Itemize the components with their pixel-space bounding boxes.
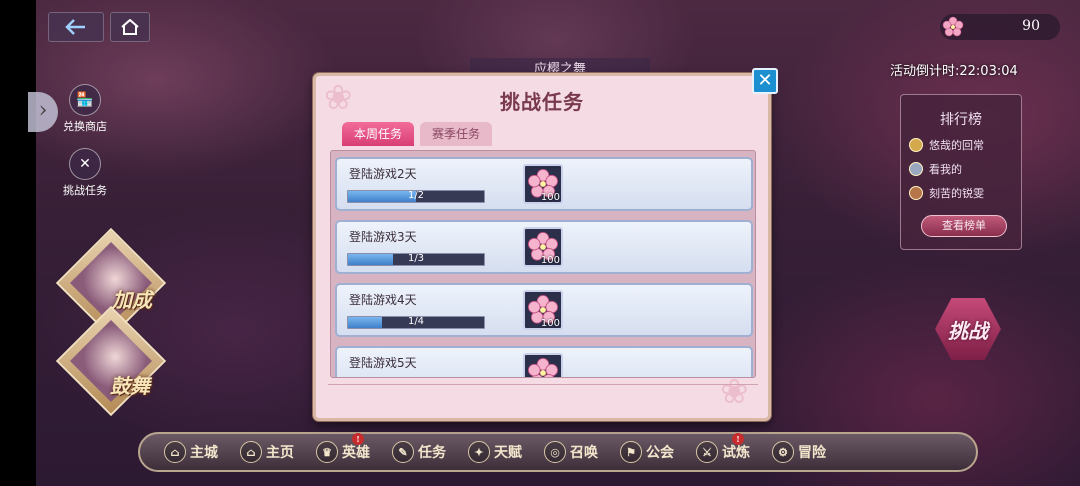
- divider: [328, 384, 758, 385]
- reward-count: 100: [540, 255, 560, 266]
- nav-summon[interactable]: ◎ 召唤: [544, 441, 598, 463]
- arrow-left-icon: [65, 19, 85, 35]
- ranking-panel: 排行榜 悠哉的回常 看我的 刻苦的锐雯 查看榜单: [900, 94, 1022, 250]
- bonus-label: 加成: [112, 288, 152, 312]
- dialog-title: 挑战任务: [500, 90, 584, 114]
- event-countdown: 活动倒计时:22:03:04: [890, 64, 1018, 79]
- guild-icon: ⚑: [620, 441, 642, 463]
- nav-adventure[interactable]: ⚙ 冒险: [772, 441, 826, 463]
- tab-bar: 本周任务 赛季任务: [342, 122, 493, 146]
- reward-count: 100: [540, 192, 560, 203]
- task-name: 登陆游戏4天: [349, 293, 417, 307]
- silver-medal-icon: [909, 162, 923, 176]
- talent-icon: ✦: [468, 441, 490, 463]
- challenge-tasks-dialog: ❀ ❀ 挑战任务 ✕ 本周任务 赛季任务 登陆游戏2天 1/2 100 登陆游戏3天 1…: [313, 68, 778, 421]
- bottom-nav-bar: ⌂ 主城 ⌂ 主页 ♛ 英雄! ✎ 任务 ✦ 天赋 ◎ 召唤 ⚑ 公会 ⚔ 试炼! ⚙ 冒险: [138, 432, 978, 472]
- reward-item[interactable]: 100: [523, 353, 563, 377]
- home-icon: [121, 19, 139, 35]
- progress-text: 1/3: [407, 253, 425, 264]
- home-button[interactable]: [110, 12, 150, 42]
- inspire-label: 鼓舞: [110, 374, 150, 398]
- nav-home[interactable]: ⌂ 主页: [240, 441, 294, 463]
- ranking-row: 看我的: [909, 161, 1021, 177]
- nav-trial[interactable]: ⚔ 试炼!: [696, 433, 750, 463]
- close-button[interactable]: ✕: [752, 68, 778, 94]
- tab-season-tasks[interactable]: 赛季任务: [420, 122, 493, 146]
- sakura-flower-icon: [942, 16, 964, 37]
- task-list[interactable]: 登陆游戏2天 1/2 100 登陆游戏3天 1/3 100 登陆游戏4天 1/4 100 登陆游戏…: [330, 150, 756, 378]
- progress-text: 1/4: [407, 316, 425, 327]
- view-ranking-button[interactable]: 查看榜单: [921, 215, 1007, 237]
- ranking-row: 刻苦的锐雯: [909, 185, 1021, 201]
- progress-text: 1/2: [407, 190, 425, 201]
- sidebar-item-challenge-tasks[interactable]: ✕ 挑战任务: [50, 148, 120, 198]
- back-button[interactable]: [48, 12, 104, 42]
- bronze-medal-icon: [909, 186, 923, 200]
- progress-bar: 1/3: [347, 253, 485, 266]
- home-icon: ⌂: [240, 441, 262, 463]
- hero-icon: ♛: [316, 441, 338, 463]
- sakura-flower-icon: [528, 358, 558, 377]
- game-screen: 应樱之舞 90 活动倒计时:22:03:04 › 🏪 兑换商店 ✕ 挑战任务 加…: [0, 0, 1080, 486]
- ranking-row: 悠哉的回常: [909, 137, 1021, 153]
- tab-weekly-tasks[interactable]: 本周任务: [342, 122, 415, 146]
- nav-guild[interactable]: ⚑ 公会: [620, 441, 674, 463]
- castle-icon: ⌂: [164, 441, 186, 463]
- sidebar-item-label: 挑战任务: [63, 184, 107, 197]
- progress-bar: 1/2: [347, 190, 485, 203]
- challenge-label: 挑战: [948, 318, 988, 343]
- currency-amount: 90: [1022, 18, 1040, 34]
- task-row: 登陆游戏3天 1/3 100: [335, 220, 753, 274]
- summon-icon: ◎: [544, 441, 566, 463]
- shop-icon: 🏪: [69, 84, 101, 116]
- close-icon: ✕: [757, 70, 773, 91]
- task-name: 登陆游戏2天: [349, 167, 417, 181]
- screen-edge: [0, 0, 36, 486]
- reward-item[interactable]: 100: [523, 164, 563, 204]
- task-row: 登陆游戏2天 1/2 100: [335, 157, 753, 211]
- task-name: 登陆游戏5天: [349, 356, 417, 370]
- progress-bar: 1/4: [347, 316, 485, 329]
- task-row: 登陆游戏4天 1/4 100: [335, 283, 753, 337]
- task-name: 登陆游戏3天: [349, 230, 417, 244]
- gold-medal-icon: [909, 138, 923, 152]
- nav-heroes[interactable]: ♛ 英雄!: [316, 433, 370, 463]
- adventure-icon: ⚙: [772, 441, 794, 463]
- ranking-title: 排行榜: [940, 112, 982, 128]
- sidebar-item-label: 兑换商店: [63, 120, 107, 133]
- sidebar-item-shop[interactable]: 🏪 兑换商店: [50, 84, 120, 134]
- task-row: 登陆游戏5天1/5100: [335, 346, 753, 377]
- sakura-decoration-icon: ❀: [720, 372, 749, 412]
- notification-badge: !: [352, 433, 364, 445]
- nav-talent[interactable]: ✦ 天赋: [468, 441, 522, 463]
- reward-item[interactable]: 100: [523, 227, 563, 267]
- currency-display: 90: [940, 14, 1060, 40]
- reward-count: 100: [540, 318, 560, 329]
- notification-badge: !: [732, 433, 744, 445]
- task-icon: ✕: [69, 148, 101, 180]
- trial-icon: ⚔: [696, 441, 718, 463]
- reward-item[interactable]: 100: [523, 290, 563, 330]
- scroll-icon: ✎: [392, 441, 414, 463]
- nav-tasks[interactable]: ✎ 任务: [392, 441, 446, 463]
- nav-main-city[interactable]: ⌂ 主城: [164, 441, 218, 463]
